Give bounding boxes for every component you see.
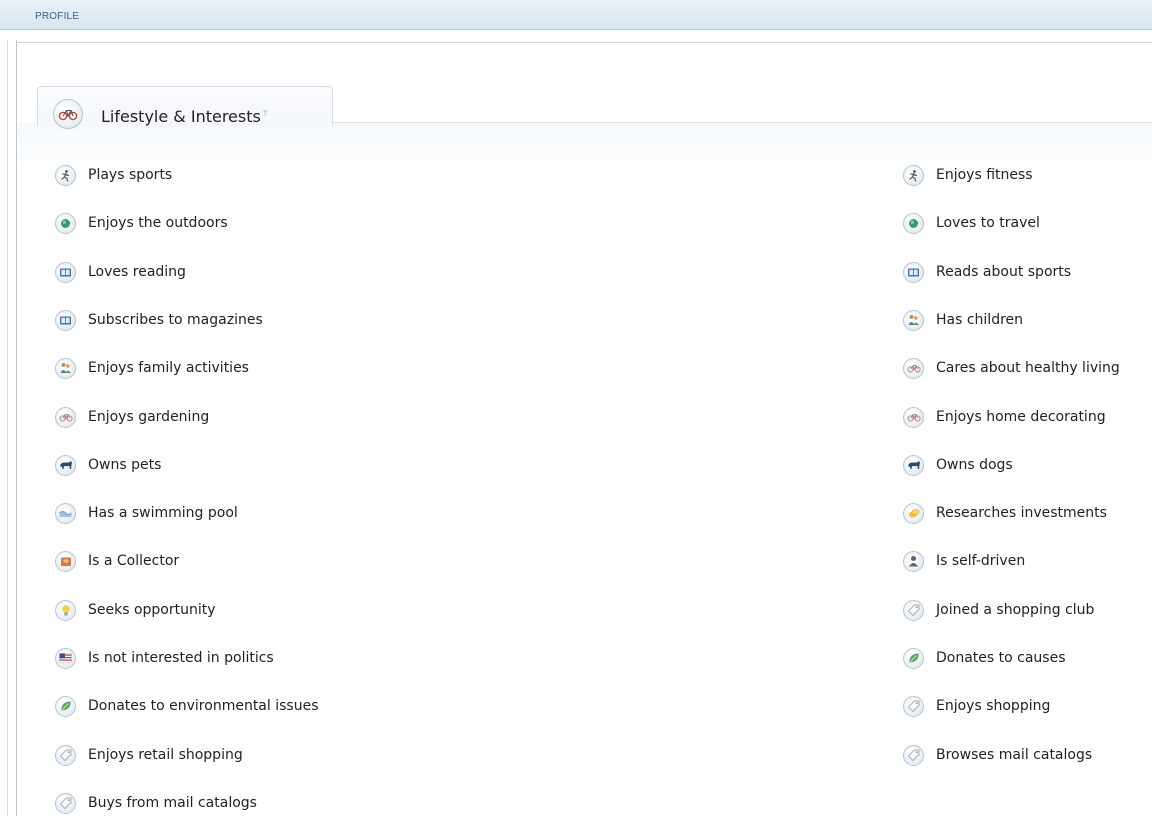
- globe-icon: [903, 212, 924, 234]
- tag-icon: [903, 744, 924, 766]
- book-icon: [55, 309, 76, 331]
- interest-label: Enjoys fitness: [936, 167, 1033, 183]
- interest-item: Owns dogs: [903, 454, 1013, 476]
- interest-label: Researches investments: [936, 505, 1107, 521]
- interest-label: Is not interested in politics: [88, 650, 274, 666]
- bicycle-icon: [903, 357, 924, 379]
- interest-item: Enjoys gardening: [55, 406, 209, 428]
- interest-item: Researches investments: [903, 502, 1107, 524]
- tab-lifestyle-interests[interactable]: Lifestyle & Interests †: [37, 86, 333, 129]
- runner-icon: [55, 164, 76, 186]
- interest-label: Cares about healthy living: [936, 360, 1120, 376]
- page-title: PROFILE: [35, 11, 80, 22]
- runner-icon: [903, 164, 924, 186]
- tag-icon: [55, 792, 76, 814]
- tag-icon: [903, 695, 924, 717]
- interest-item: Enjoys home decorating: [903, 406, 1106, 428]
- interest-item: Has a swimming pool: [55, 502, 238, 524]
- interest-label: Subscribes to magazines: [88, 312, 263, 328]
- bicycle-icon: [53, 99, 83, 129]
- interest-label: Enjoys family activities: [88, 360, 249, 376]
- interest-item: Reads about sports: [903, 261, 1071, 283]
- interest-label: Has children: [936, 312, 1024, 328]
- person-icon: [903, 550, 924, 572]
- interest-item: Cares about healthy living: [903, 357, 1120, 379]
- interest-label: Joined a shopping club: [936, 602, 1095, 618]
- interest-item: Owns pets: [55, 454, 161, 476]
- interest-item: Enjoys family activities: [55, 357, 249, 379]
- book-icon: [55, 261, 76, 283]
- interest-item: Browses mail catalogs: [903, 744, 1092, 766]
- section-divider: [333, 122, 1152, 123]
- coins-icon: [903, 502, 924, 524]
- interest-item: Donates to environmental issues: [55, 695, 319, 717]
- animal-icon: [55, 454, 76, 476]
- bicycle-icon: [903, 406, 924, 428]
- tab-marker: †: [262, 108, 268, 119]
- interest-label: Enjoys home decorating: [936, 409, 1106, 425]
- family-icon: [903, 309, 924, 331]
- header-bar: PROFILE: [0, 0, 1152, 30]
- interest-label: Is self-driven: [936, 553, 1026, 569]
- interest-item: Is self-driven: [903, 550, 1025, 572]
- interest-label: Has a swimming pool: [88, 505, 238, 521]
- globe-icon: [55, 212, 76, 234]
- interest-item: Enjoys fitness: [903, 164, 1033, 186]
- interest-label: Enjoys retail shopping: [88, 747, 243, 763]
- box-icon: [55, 550, 76, 572]
- bicycle-icon: [55, 406, 76, 428]
- interest-item: Loves reading: [55, 261, 186, 283]
- flag-icon: [55, 647, 76, 669]
- animal-icon: [903, 454, 924, 476]
- tab-label: Lifestyle & Interests: [101, 107, 261, 126]
- family-icon: [55, 357, 76, 379]
- interest-item: Subscribes to magazines: [55, 309, 263, 331]
- leaf-icon: [903, 647, 924, 669]
- interest-label: Browses mail catalogs: [936, 747, 1093, 763]
- interest-label: Plays sports: [88, 167, 173, 183]
- frame-border-outer: [7, 40, 8, 816]
- interest-label: Loves reading: [88, 264, 186, 280]
- interest-label: Owns dogs: [936, 457, 1013, 473]
- interest-item: Donates to causes: [903, 647, 1066, 669]
- tag-icon: [55, 744, 76, 766]
- leaf-icon: [55, 695, 76, 717]
- interest-item: Enjoys retail shopping: [55, 744, 243, 766]
- interest-label: Buys from mail catalogs: [88, 795, 257, 811]
- interest-label: Enjoys the outdoors: [88, 215, 228, 231]
- interest-item: Enjoys shopping: [903, 695, 1050, 717]
- interest-item: Has children: [903, 309, 1023, 331]
- interest-label: Reads about sports: [936, 264, 1072, 280]
- interest-label: Is a Collector: [88, 553, 180, 569]
- interest-item: Buys from mail catalogs: [55, 792, 257, 814]
- book-icon: [903, 261, 924, 283]
- interest-label: Donates to environmental issues: [88, 698, 319, 714]
- interest-item: Plays sports: [55, 164, 172, 186]
- interest-label: Donates to causes: [936, 650, 1066, 666]
- interest-label: Seeks opportunity: [88, 602, 216, 618]
- interest-item: Seeks opportunity: [55, 599, 216, 621]
- interest-label: Loves to travel: [936, 215, 1040, 231]
- interest-item: Is a Collector: [55, 550, 179, 572]
- interest-item: Joined a shopping club: [903, 599, 1094, 621]
- wave-icon: [55, 502, 76, 524]
- tag-icon: [903, 599, 924, 621]
- interest-item: Loves to travel: [903, 212, 1040, 234]
- lightbulb-icon: [55, 599, 76, 621]
- frame-top-border: [16, 42, 1152, 43]
- interest-label: Enjoys gardening: [88, 409, 210, 425]
- interest-label: Enjoys shopping: [936, 698, 1051, 714]
- interest-label: Owns pets: [88, 457, 162, 473]
- interest-item: Is not interested in politics: [55, 647, 274, 669]
- interest-item: Enjoys the outdoors: [55, 212, 228, 234]
